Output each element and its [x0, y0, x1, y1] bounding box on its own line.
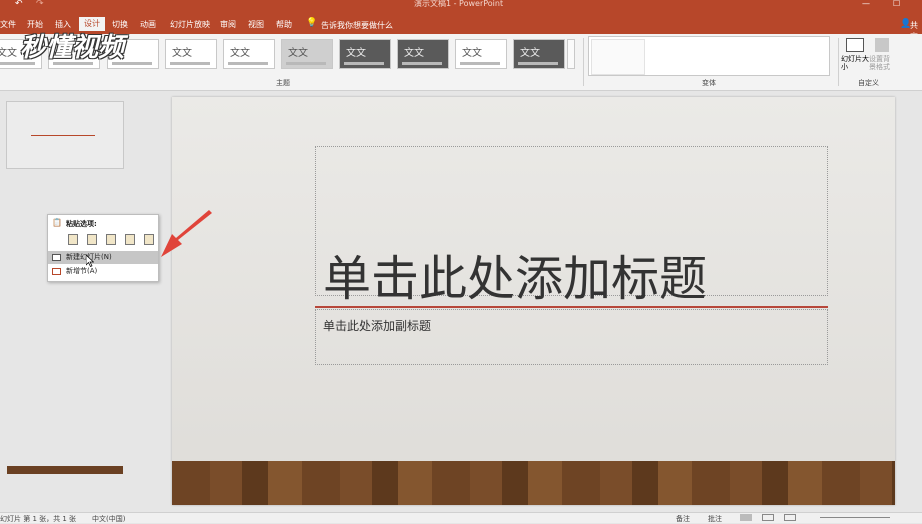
theme-scroll[interactable]: [567, 39, 575, 69]
subtitle-placeholder[interactable]: 单击此处添加副标题: [315, 309, 828, 365]
notes-button[interactable]: 备注: [676, 514, 690, 524]
paste-options-label: 粘贴选项:: [66, 220, 97, 228]
title-placeholder-text: 单击此处添加标题: [323, 251, 708, 307]
divider: [583, 38, 584, 86]
theme-thumb[interactable]: 文文: [455, 39, 507, 69]
theme-thumb[interactable]: 文文: [223, 39, 275, 69]
slide-canvas[interactable]: 单击此处添加标题 单击此处添加副标题: [172, 97, 895, 505]
format-background-button[interactable]: 设置背景格式: [869, 55, 895, 71]
undo-icon[interactable]: ↶: [15, 0, 23, 9]
slide-thumbnails-pane[interactable]: [0, 91, 138, 512]
format-background-icon[interactable]: [875, 38, 889, 52]
theme-thumb[interactable]: 文文: [397, 39, 449, 69]
title-placeholder[interactable]: 单击此处添加标题: [315, 146, 828, 307]
mouse-cursor-icon: [86, 255, 94, 267]
reading-view-icon[interactable]: [784, 514, 796, 521]
window-title: 演示文稿1 - PowerPoint: [414, 0, 504, 8]
group-label-variants: 变体: [702, 79, 716, 87]
ribbon-tabs: 文件 开始 插入 设计 切换 动画 幻灯片放映 审阅 视图 帮助 💡 告诉我你想…: [0, 14, 922, 41]
comments-button[interactable]: 批注: [708, 514, 722, 524]
theme-thumb[interactable]: 文文: [281, 39, 333, 69]
redo-icon[interactable]: ↷: [36, 0, 44, 9]
status-bar: 幻灯片 第 1 张，共 1 张 中文(中国) 备注 批注: [0, 512, 922, 523]
slide-sorter-icon[interactable]: [762, 514, 774, 521]
title-underline: [315, 306, 828, 308]
maximize-icon[interactable]: ☐: [893, 0, 900, 8]
slide-size-button[interactable]: 幻灯片大小: [841, 55, 871, 71]
subtitle-placeholder-text: 单击此处添加副标题: [323, 319, 432, 333]
language-indicator: 中文(中国): [92, 515, 126, 523]
paste-embed-icon[interactable]: [125, 234, 135, 245]
slide-size-icon[interactable]: [846, 38, 864, 52]
title-bar: ↶ ↷ 演示文稿1 - PowerPoint — ☐: [0, 0, 922, 14]
ribbon: 文文 文文 文文 文文 文文 文文 文文 文文 主题 变体 幻灯片大小 设置背景…: [0, 34, 922, 91]
tell-me-input[interactable]: 告诉我你想要做什么: [321, 20, 393, 31]
tab-help[interactable]: 帮助: [276, 18, 292, 32]
paste-icon: 📋: [52, 218, 62, 227]
minimize-icon[interactable]: —: [862, 0, 870, 8]
add-section-icon: [52, 268, 61, 275]
tab-animations[interactable]: 动画: [140, 18, 156, 32]
theme-thumb[interactable]: 文文: [339, 39, 391, 69]
annotation-arrow: [161, 210, 212, 257]
divider: [838, 38, 839, 86]
paste-keep-source-format-icon[interactable]: [87, 234, 97, 245]
zoom-slider[interactable]: [820, 517, 890, 518]
paste-text-only-icon[interactable]: [144, 234, 154, 245]
lightbulb-icon: 💡: [306, 18, 318, 28]
new-slide-icon: [52, 254, 61, 261]
slide-counter: 幻灯片 第 1 张，共 1 张: [0, 515, 77, 523]
tab-review[interactable]: 审阅: [220, 18, 236, 32]
theme-thumb[interactable]: 文文: [165, 39, 217, 69]
menu-item-new-slide[interactable]: 新建幻灯片(N): [48, 251, 158, 264]
tab-file[interactable]: 文件: [0, 18, 16, 32]
tab-slideshow[interactable]: 幻灯片放映: [170, 18, 210, 32]
paste-use-destination-theme-icon[interactable]: [68, 234, 78, 245]
watermark-logo: 秒懂视频: [20, 33, 125, 63]
context-menu: 📋 粘贴选项: 新建幻灯片(N) 新增节(A): [47, 214, 159, 282]
group-label-themes: 主题: [276, 79, 290, 87]
tab-view[interactable]: 视图: [248, 18, 264, 32]
wood-floor: [172, 461, 895, 505]
theme-thumb[interactable]: 文文: [513, 39, 565, 69]
variants-gallery[interactable]: [588, 36, 830, 76]
slide-thumbnail[interactable]: [6, 101, 124, 474]
group-label-customize: 自定义: [858, 79, 879, 87]
menu-item-add-section[interactable]: 新增节(A): [48, 265, 158, 278]
normal-view-icon[interactable]: [740, 514, 752, 521]
paste-picture-icon[interactable]: [106, 234, 116, 245]
